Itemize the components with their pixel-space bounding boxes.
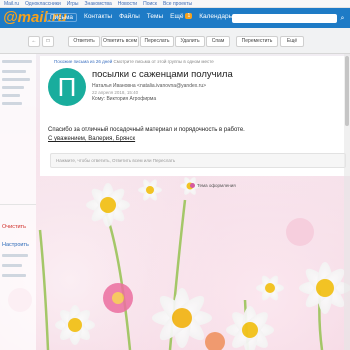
theme-credit[interactable]: Тема оформления [190, 183, 236, 189]
nav-item-files[interactable]: Файлы [119, 13, 140, 22]
sender-avatar[interactable]: П [48, 68, 86, 106]
portal-link[interactable]: Mail.ru [4, 1, 19, 7]
folders-sidebar: Очистить Настроить [0, 54, 36, 350]
similar-messages-link[interactable]: Похожие письма из 26 дней [54, 59, 112, 64]
portal-link[interactable]: Знакомства [85, 1, 112, 7]
similar-messages-description: Смотрите письма от этой группы в одном м… [113, 59, 214, 64]
flower-icon [190, 183, 195, 189]
mail-header: @mail.ru Письма Контакты Файлы Темы Ещё 1… [0, 8, 350, 28]
header-search-input[interactable] [232, 14, 337, 23]
portal-link[interactable]: Игры [67, 1, 79, 7]
sidebar-item-drafts[interactable] [2, 86, 24, 89]
more-button[interactable]: Ещё [280, 36, 304, 47]
portal-link[interactable]: Новости [118, 1, 137, 7]
divider [0, 204, 36, 205]
sidebar-item-spam[interactable] [2, 94, 20, 97]
portal-link[interactable]: Одноклассники [25, 1, 61, 7]
spam-button[interactable]: Спам [206, 36, 230, 47]
message-toolbar: ← □ Ответить Ответить всем Переслать Уда… [0, 28, 350, 54]
page-scrollbar[interactable] [344, 54, 350, 350]
scroll-thumb[interactable] [345, 56, 349, 126]
message-view: Похожие письма из 26 дней Смотрите письм… [40, 56, 350, 176]
nav-item-calendar[interactable]: Календарь [199, 13, 232, 22]
message-body: Спасибо за отличный посадочный материал … [48, 127, 245, 133]
sidebar-item[interactable] [2, 264, 22, 267]
nav-item-contacts[interactable]: Контакты [84, 13, 112, 22]
nav-item-mail[interactable]: Письма [46, 13, 78, 22]
sidebar-item-trash[interactable] [2, 102, 22, 105]
sidebar-item-inbox[interactable] [2, 70, 26, 73]
compose-button[interactable] [2, 60, 32, 63]
portal-top-bar: Mail.ru Одноклассники Игры Знакомства Но… [0, 0, 350, 8]
notification-badge: 1 [185, 13, 193, 19]
checkbox-icon[interactable]: □ [42, 36, 54, 47]
nav-item-more[interactable]: Ещё 1 [170, 13, 193, 22]
sidebar-item[interactable] [2, 254, 28, 257]
portal-link[interactable]: Поиск [143, 1, 157, 7]
theme-credit-label: Тема оформления [197, 183, 236, 188]
sidebar-item[interactable] [2, 274, 26, 277]
message-date: 22 апреля 2018, 15:40 [92, 90, 139, 95]
sidebar-item-sent[interactable] [2, 78, 30, 81]
delete-button[interactable]: Удалить [175, 36, 205, 47]
nav-item-more-label: Ещё [170, 13, 184, 20]
reply-button[interactable]: Ответить [68, 36, 100, 47]
move-button[interactable]: Переместить [236, 36, 278, 47]
quick-reply-input[interactable]: Нажмите, чтобы ответить, Ответить всем и… [50, 153, 346, 168]
message-recipient: Кому: Виктория Агрофирма [92, 96, 157, 102]
sidebar-settings-link[interactable]: Настроить [2, 242, 29, 248]
forward-button[interactable]: Переслать [140, 36, 174, 47]
sidebar-clear-link[interactable]: Очистить [2, 224, 26, 230]
search-icon[interactable]: ⌕ [337, 14, 348, 23]
portal-link[interactable]: Все проекты [163, 1, 192, 7]
message-sender[interactable]: Наталья Ивановна <natalia.ivanovna@yande… [92, 83, 206, 89]
main-nav: Письма Контакты Файлы Темы Ещё 1 Календар… [46, 13, 232, 22]
nav-item-themes[interactable]: Темы [147, 13, 163, 22]
message-signature: С уважением, Валерия, Брянск [48, 136, 136, 142]
message-subject: посылки с саженцами получила [92, 69, 233, 80]
reply-all-button[interactable]: Ответить всем [101, 36, 139, 47]
similar-messages-notice[interactable]: Похожие письма из 26 дней Смотрите письм… [54, 59, 214, 64]
back-arrow-icon[interactable]: ← [28, 36, 40, 47]
